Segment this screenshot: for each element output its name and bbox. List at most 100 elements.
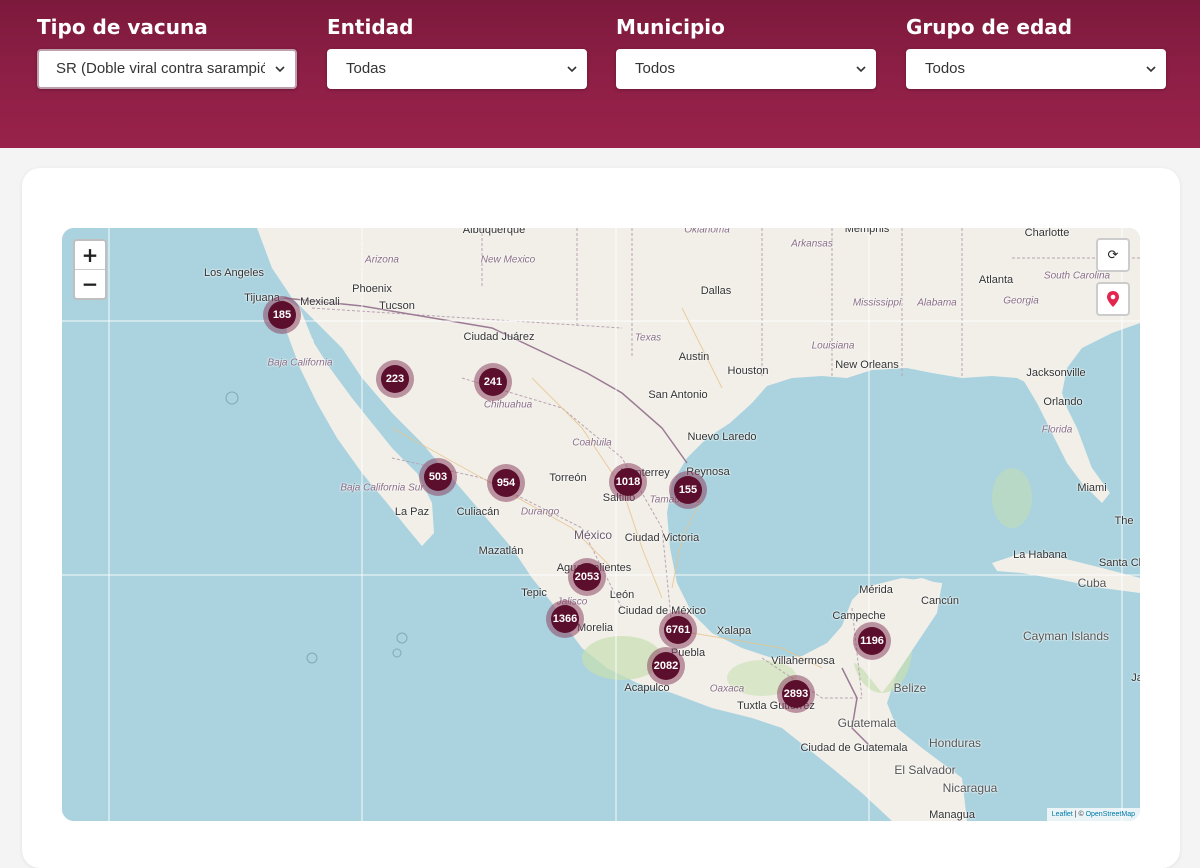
cluster-count: 185 xyxy=(268,301,296,329)
cluster-marker-nuevo-leon[interactable]: 1018 xyxy=(609,463,647,501)
map-place-label: Coahuila xyxy=(572,437,612,449)
cluster-count: 223 xyxy=(381,365,409,393)
map-place-label: Belize xyxy=(893,681,927,695)
chevron-down-icon xyxy=(856,66,866,73)
map-place-label: Houston xyxy=(727,365,769,377)
map-place-label: Santa Cl xyxy=(1098,557,1140,569)
cluster-marker-guerrero[interactable]: 2082 xyxy=(647,647,685,685)
cluster-marker-jalisco[interactable]: 1366 xyxy=(546,600,584,638)
cluster-count: 1366 xyxy=(551,605,579,633)
cluster-marker-chiapas[interactable]: 2893 xyxy=(777,675,815,713)
cluster-marker-sonora[interactable]: 223 xyxy=(376,360,414,398)
map-place-label: Mérida xyxy=(859,584,893,596)
cluster-marker-cdmx[interactable]: 6761 xyxy=(659,611,697,649)
cluster-marker-tamaulipas[interactable]: 155 xyxy=(669,471,707,509)
reset-view-button[interactable]: ⟳ xyxy=(1096,238,1130,272)
map-place-label: Mississippi xyxy=(852,297,902,309)
map-place-label: La Paz xyxy=(394,506,430,518)
filter-age-group: Grupo de edad Todos xyxy=(906,14,1166,89)
attribution-separator: | © xyxy=(1072,811,1086,818)
refresh-icon: ⟳ xyxy=(1107,247,1119,262)
map-place-label: México xyxy=(573,528,613,542)
map-place-label: Cancún xyxy=(921,595,959,607)
map-place-label: La Habana xyxy=(1013,549,1067,561)
map-place-label: Ciudad Victoria xyxy=(624,532,700,544)
age-group-select[interactable]: Todos xyxy=(906,49,1166,89)
map-place-label: Dallas xyxy=(700,285,732,297)
map-place-label: Chihuahua xyxy=(483,399,533,411)
map-place-label: Xalapa xyxy=(716,625,752,637)
filter-age-group-label: Grupo de edad xyxy=(906,15,1073,39)
map-place-label: Arizona xyxy=(365,254,399,266)
map-place-label: Atlanta xyxy=(978,274,1014,286)
map-place-label: Arkansas xyxy=(791,238,833,250)
map-place-label: Campeche xyxy=(832,610,886,622)
map-place-label: Cuba xyxy=(1077,576,1107,590)
filter-bar: Tipo de vacuna SR (Doble viral contra sa… xyxy=(0,0,1200,148)
map-place-label: Austin xyxy=(678,351,710,363)
cluster-count: 1018 xyxy=(614,468,642,496)
map-place-label: Tucson xyxy=(379,300,415,312)
cluster-marker-tijuana[interactable]: 185 xyxy=(263,296,301,334)
map-place-label: Alabama xyxy=(917,297,957,309)
cluster-count: 954 xyxy=(492,469,520,497)
map-place-label: Ja xyxy=(1131,672,1140,684)
map-place-label: New Orleans xyxy=(835,359,899,371)
map-place-label: El Salvador xyxy=(894,763,956,777)
map-place-label: Nuevo Laredo xyxy=(687,431,757,443)
map-place-label: The xyxy=(1114,515,1134,527)
map-place-label: Cayman Islands xyxy=(1022,629,1110,643)
zoom-out-button[interactable]: − xyxy=(75,269,105,298)
cluster-marker-sinaloa[interactable]: 503 xyxy=(419,458,457,496)
map-place-label: South Carolina xyxy=(1043,270,1111,282)
cluster-marker-durango[interactable]: 954 xyxy=(487,464,525,502)
cluster-marker-yucatan[interactable]: 1196 xyxy=(853,622,891,660)
map-place-label: Orlando xyxy=(1043,396,1083,408)
filter-vaccine: Tipo de vacuna SR (Doble viral contra sa… xyxy=(37,14,297,89)
cluster-marker-aguascalientes[interactable]: 2053 xyxy=(568,558,606,596)
cluster-count: 2893 xyxy=(782,680,810,708)
zoom-control: + − xyxy=(73,239,107,300)
municipality-select[interactable]: Todos xyxy=(616,49,876,89)
municipality-select-value: Todos xyxy=(635,60,676,77)
osm-link[interactable]: OpenStreetMap xyxy=(1086,811,1135,818)
map-place-label: New Mexico xyxy=(480,254,536,266)
map-place-label: Ciudad Juárez xyxy=(463,331,535,343)
map-place-label: Mexicali xyxy=(300,296,340,308)
map-attribution: Leaflet | © OpenStreetMap xyxy=(1046,808,1140,821)
age-group-select-value: Todos xyxy=(925,60,966,77)
cluster-count: 1196 xyxy=(858,627,886,655)
filter-vaccine-label: Tipo de vacuna xyxy=(37,15,208,39)
locate-button[interactable] xyxy=(1096,282,1130,316)
filter-municipality-label: Municipio xyxy=(616,15,725,39)
map-place-label: Oklahoma xyxy=(684,228,730,236)
cluster-count: 155 xyxy=(674,476,702,504)
map-place-label: San Antonio xyxy=(648,389,708,401)
map-place-label: Baja California Sur xyxy=(340,482,424,494)
map-pin-icon xyxy=(1107,291,1119,307)
map-place-label: Guatemala xyxy=(837,716,897,730)
map-place-label: León xyxy=(609,589,635,601)
map-place-label: Culiacán xyxy=(456,506,500,518)
map-place-label: Villahermosa xyxy=(771,655,835,667)
map[interactable]: Albuquerque Oklahoma Memphis Charlotte Los A… xyxy=(62,228,1140,821)
cluster-marker-chihuahua[interactable]: 241 xyxy=(474,363,512,401)
entity-select[interactable]: Todas xyxy=(327,49,587,89)
map-place-label: Florida xyxy=(1041,424,1073,436)
map-place-label: Miami xyxy=(1077,482,1107,494)
leaflet-link[interactable]: Leaflet xyxy=(1052,811,1073,818)
map-place-label: Managua xyxy=(929,809,975,821)
zoom-in-button[interactable]: + xyxy=(75,241,105,269)
map-place-label: Los Angeles xyxy=(204,267,264,279)
vaccine-select[interactable]: SR (Doble viral contra sarampión) xyxy=(37,49,297,89)
filter-entity: Entidad Todas xyxy=(327,14,587,89)
map-place-label: Louisiana xyxy=(811,340,855,352)
map-place-label: Honduras xyxy=(928,736,982,750)
filter-entity-label: Entidad xyxy=(327,15,414,39)
map-basemap xyxy=(62,228,1140,821)
map-place-label: Charlotte xyxy=(1024,228,1070,239)
map-place-label: Memphis xyxy=(844,228,890,235)
map-place-label: Nicaragua xyxy=(942,781,998,795)
cluster-count: 2082 xyxy=(652,652,680,680)
map-place-label: Tepic xyxy=(521,587,547,599)
